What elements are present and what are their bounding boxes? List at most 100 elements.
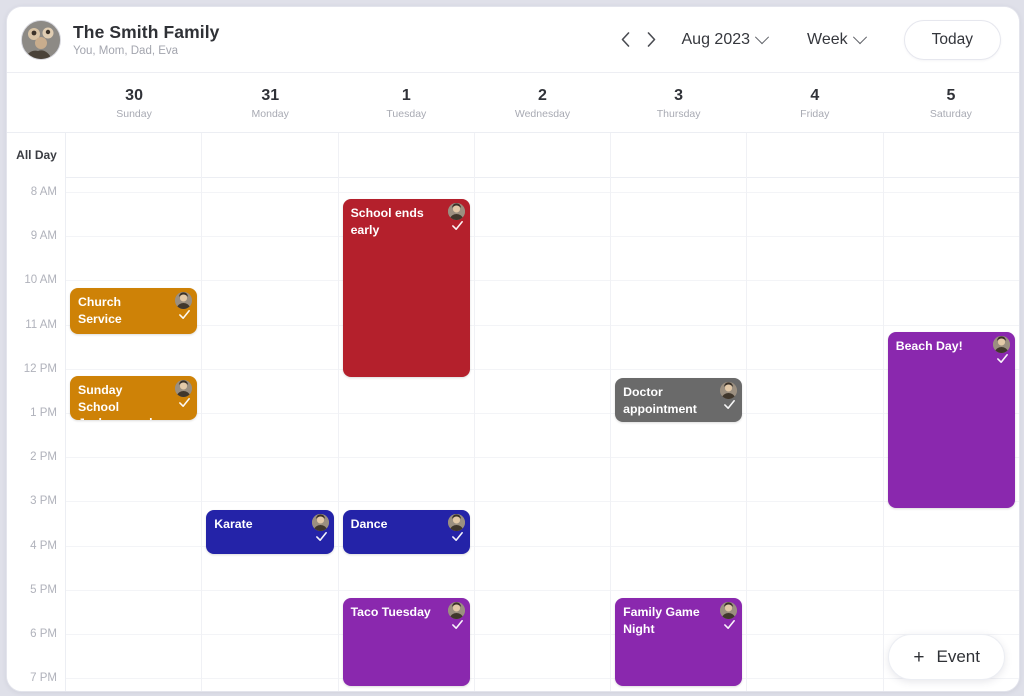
all-day-divider xyxy=(611,177,747,178)
event-card-doctor-appointment[interactable]: Doctor appointment xyxy=(615,378,743,422)
month-selector[interactable]: Aug 2023 xyxy=(673,26,777,54)
check-icon xyxy=(315,531,327,542)
event-card-karate[interactable]: Karate xyxy=(206,510,334,554)
family-name: The Smith Family xyxy=(73,21,220,42)
add-event-label: Event xyxy=(936,647,980,666)
hour-gridline xyxy=(474,236,611,238)
event-title: Taco Tuesday xyxy=(350,605,431,619)
person-avatar-icon xyxy=(447,514,465,531)
hour-gridline xyxy=(202,324,338,326)
day-header-row: 30 Sunday 31 Monday 1 Tuesday 2 Wednesday 3 Thurs… xyxy=(7,73,1019,133)
time-label: 11 AM xyxy=(25,318,57,331)
time-label: 5 PM xyxy=(30,583,57,596)
day-header-sunday[interactable]: 30 Sunday xyxy=(66,73,202,132)
event-confirmed-check xyxy=(723,398,736,411)
hour-gridline xyxy=(747,280,883,282)
day-column-friday[interactable] xyxy=(747,133,884,691)
time-label: 3 PM xyxy=(30,495,57,508)
day-header-wednesday[interactable]: 2 Wednesday xyxy=(474,73,610,132)
event-title: Doctor xyxy=(623,385,663,399)
all-day-divider xyxy=(66,177,202,178)
next-week-button[interactable] xyxy=(639,25,665,55)
check-icon xyxy=(724,619,736,630)
event-card-beach-day[interactable]: Beach Day! xyxy=(887,332,1015,508)
hour-gridline xyxy=(611,192,747,193)
day-name: Thursday xyxy=(656,107,701,120)
hour-gridline xyxy=(611,589,747,591)
day-number: 30 xyxy=(125,87,143,105)
day-name: Sunday xyxy=(116,107,152,120)
day-column-sunday[interactable]: Church Service Sunday SchoolJackson and E… xyxy=(66,133,203,691)
today-button[interactable]: Today xyxy=(903,19,1001,60)
event-subtitle: Jackson and Eva xyxy=(78,415,189,420)
day-column-wednesday[interactable] xyxy=(474,133,612,691)
prev-week-button[interactable] xyxy=(613,25,639,55)
event-title: Karate xyxy=(214,517,253,531)
chevron-right-icon xyxy=(647,32,656,47)
hour-gridline xyxy=(202,413,338,414)
day-name: Monday xyxy=(251,107,289,120)
family-avatar[interactable] xyxy=(21,19,61,60)
all-day-divider xyxy=(474,177,611,178)
event-card-family-game-night[interactable]: Family Game Night xyxy=(615,598,743,686)
hour-gridline xyxy=(883,192,1019,193)
hour-gridline xyxy=(474,501,611,503)
hour-gridline xyxy=(747,678,883,680)
hour-gridline xyxy=(747,634,883,635)
hour-gridline xyxy=(611,280,747,282)
day-header-monday[interactable]: 31 Monday xyxy=(202,73,338,132)
day-column-monday[interactable]: Karate xyxy=(202,133,339,691)
hour-gridline xyxy=(747,368,883,370)
chevron-left-icon xyxy=(621,32,630,47)
hour-gridline xyxy=(474,589,611,591)
person-avatar-icon xyxy=(175,292,193,309)
day-header-thursday[interactable]: 3 Thursday xyxy=(611,73,747,132)
hour-gridline xyxy=(474,634,611,635)
time-label: 9 AM xyxy=(30,230,57,243)
event-confirmed-check xyxy=(315,530,328,543)
event-card-sunday-school[interactable]: Sunday SchoolJackson and Eva xyxy=(70,376,198,420)
event-attendee-avatar xyxy=(720,602,738,619)
hour-gridline xyxy=(338,457,474,459)
event-card-school-ends-early[interactable]: School ends early xyxy=(342,199,470,377)
day-header-gutter xyxy=(7,73,66,132)
person-avatar-icon xyxy=(720,602,738,619)
hour-gridline xyxy=(202,280,338,282)
event-card-dance[interactable]: Dance xyxy=(342,510,470,554)
header-controls: Aug 2023 Week Today xyxy=(613,19,1001,60)
hour-gridline xyxy=(474,324,611,326)
time-label: 8 AM xyxy=(30,186,57,198)
day-header-saturday[interactable]: 5 Saturday xyxy=(883,73,1019,132)
date-nav-arrows xyxy=(613,25,665,55)
hour-gridline xyxy=(883,280,1019,282)
hour-gridline xyxy=(747,589,883,591)
time-label: 6 PM xyxy=(30,628,57,640)
day-header-friday[interactable]: 4 Friday xyxy=(747,73,883,132)
check-icon xyxy=(451,220,463,231)
time-label: 4 PM xyxy=(30,539,57,552)
day-column-thursday[interactable]: Doctor appointment Family Game Night xyxy=(611,133,748,691)
time-label: 7 PM xyxy=(30,672,57,685)
hour-gridline xyxy=(611,236,747,238)
view-label: Week xyxy=(807,30,848,48)
hour-gridline xyxy=(66,192,202,193)
event-confirmed-check xyxy=(178,396,191,409)
hour-gridline xyxy=(883,545,1019,547)
hour-gridline xyxy=(611,457,747,459)
hour-gridline xyxy=(747,236,883,238)
event-card-taco-tuesday[interactable]: Taco Tuesday xyxy=(342,598,470,686)
event-card-church-service[interactable]: Church Service xyxy=(70,288,198,334)
all-day-divider xyxy=(747,177,883,178)
view-selector[interactable]: Week xyxy=(798,26,874,54)
hour-gridline xyxy=(883,236,1019,238)
hour-gridline xyxy=(883,324,1019,326)
day-name: Saturday xyxy=(929,107,972,120)
day-column-saturday[interactable]: Beach Day! xyxy=(883,133,1019,691)
day-name: Friday xyxy=(800,107,830,120)
add-event-button[interactable]: + Event xyxy=(888,634,1005,680)
time-gutter: All Day 8 AM 9 AM 10 AM 11 AM 12 PM 1 PM 2 PM 3… xyxy=(7,133,66,691)
time-label: 1 PM xyxy=(30,407,57,419)
hour-gridline xyxy=(474,368,611,370)
day-header-tuesday[interactable]: 1 Tuesday xyxy=(338,73,474,132)
day-column-tuesday[interactable]: School ends early Dance Taco Tuesday xyxy=(338,133,475,691)
